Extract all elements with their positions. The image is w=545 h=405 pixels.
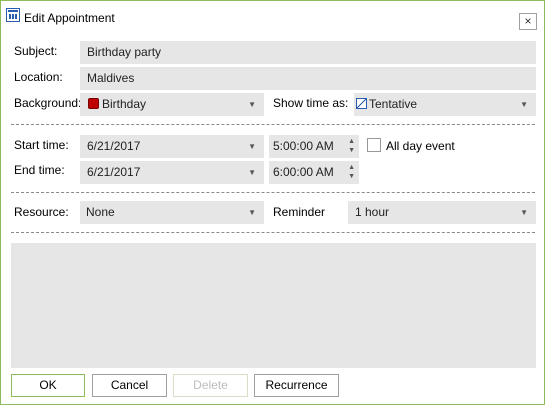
chevron-down-icon: ▼ [520,100,528,109]
reminder-label: Reminder [273,205,326,219]
spin-up-icon[interactable]: ▲ [348,138,355,146]
show-time-as-value: Tentative [369,97,418,111]
window-title: Edit Appointment [24,11,115,25]
chevron-down-icon: ▼ [520,208,528,217]
start-time-label: Start time: [14,138,69,152]
end-time-spinner[interactable]: 6:00:00 AM ▲ ▼ [269,161,359,184]
all-day-label: All day event [386,139,455,153]
subject-input[interactable]: Birthday party [80,41,536,64]
start-time-spinner[interactable]: 5:00:00 AM ▲ ▼ [269,135,359,158]
chevron-down-icon: ▼ [248,142,256,151]
chevron-down-icon: ▼ [248,208,256,217]
location-label: Location: [14,70,63,84]
background-dropdown[interactable]: Birthday ▼ [80,93,264,116]
reminder-dropdown[interactable]: 1 hour ▼ [348,201,536,224]
description-textarea[interactable] [11,243,536,368]
show-time-as-dropdown[interactable]: Tentative ▼ [354,93,536,116]
start-date-value: 6/21/2017 [87,139,141,153]
title-bar: Edit Appointment × [1,1,544,33]
tentative-icon [356,98,367,109]
start-date-picker[interactable]: 6/21/2017 ▼ [80,135,264,158]
all-day-checkbox[interactable] [367,138,381,152]
end-date-picker[interactable]: 6/21/2017 ▼ [80,161,264,184]
close-button[interactable]: × [519,13,537,30]
recurrence-button[interactable]: Recurrence [254,374,339,397]
chevron-down-icon: ▼ [248,100,256,109]
edit-appointment-dialog: Edit Appointment × Subject: Birthday par… [0,0,545,405]
background-value: Birthday [102,97,147,111]
location-input[interactable]: Maldives [80,67,536,90]
calendar-icon [6,8,20,22]
color-swatch-icon [88,98,99,109]
subject-label: Subject: [14,44,58,58]
background-label: Background: [14,96,82,110]
separator [11,124,535,125]
resource-dropdown[interactable]: None ▼ [80,201,264,224]
show-time-as-label: Show time as: [273,96,349,110]
end-date-value: 6/21/2017 [87,165,141,179]
spin-up-icon[interactable]: ▲ [348,164,355,172]
end-time-value: 6:00:00 AM [273,165,334,179]
resource-value: None [86,205,115,219]
start-time-value: 5:00:00 AM [273,139,334,153]
spin-down-icon[interactable]: ▼ [348,173,355,181]
resource-label: Resource: [14,205,69,219]
separator [11,192,535,193]
delete-button[interactable]: Delete [173,374,248,397]
spin-down-icon[interactable]: ▼ [348,147,355,155]
chevron-down-icon: ▼ [248,168,256,177]
ok-button[interactable]: OK [11,374,85,397]
end-time-label: End time: [14,163,65,177]
separator [11,232,535,233]
cancel-button[interactable]: Cancel [92,374,167,397]
reminder-value: 1 hour [355,205,390,219]
